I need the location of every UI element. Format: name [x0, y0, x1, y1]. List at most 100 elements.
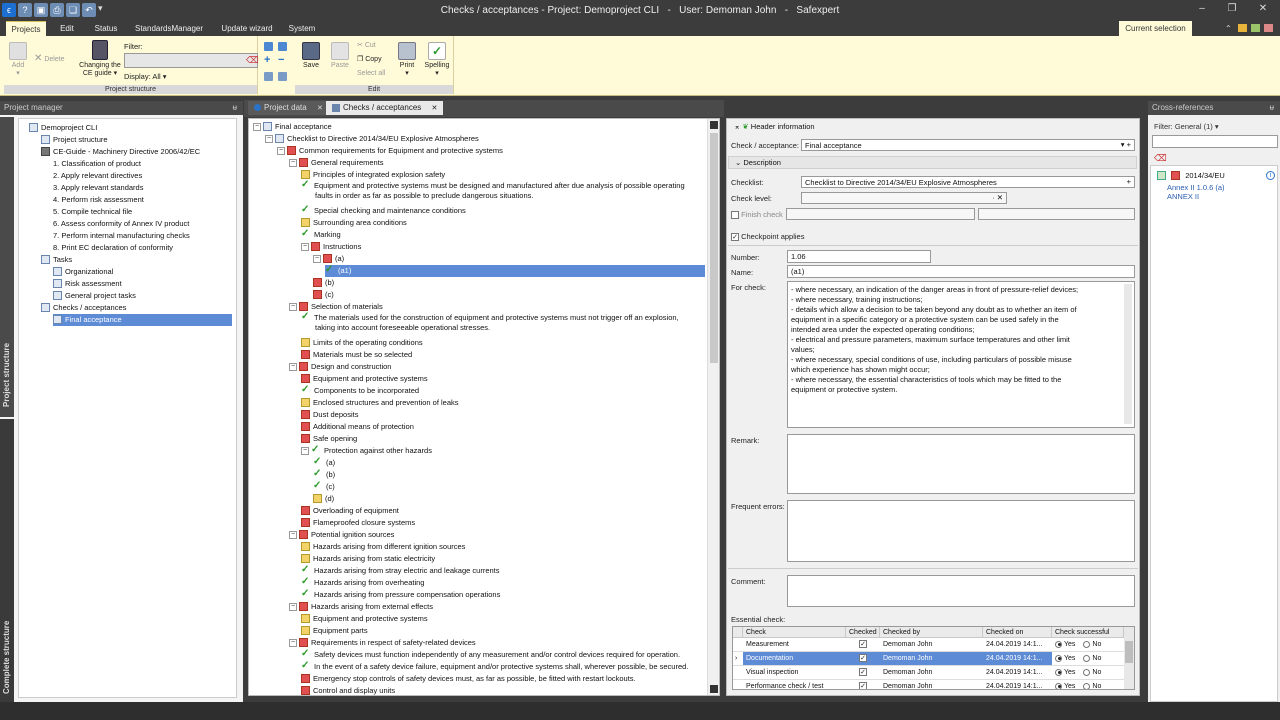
checks-tree-node[interactable]: ✓ The materials used for the construction… — [301, 312, 679, 335]
checked-checkbox[interactable]: ✓ — [859, 640, 867, 649]
check-level-field[interactable]: · ✕ — [801, 192, 1007, 204]
clear-level-icon[interactable]: · ✕ — [992, 193, 1003, 203]
checks-tree-node[interactable]: Principles of integrated explosion safet… — [301, 169, 445, 181]
yes-radio[interactable] — [1055, 682, 1062, 689]
expand-toggle-icon[interactable]: − — [289, 603, 297, 612]
checks-tree-node[interactable]: Materials must be so selected — [301, 349, 412, 361]
expand-icon[interactable]: + — [264, 54, 270, 66]
tab-project-data[interactable]: Project data ✕ — [248, 101, 329, 115]
collapse-ribbon-icon[interactable]: ⌃ — [1225, 24, 1232, 33]
expand-toggle-icon[interactable]: − — [265, 135, 273, 144]
pin-icon[interactable]: ᵾ — [1270, 101, 1274, 115]
for-check-scrollbar[interactable] — [1124, 284, 1132, 424]
expand-toggle-icon[interactable]: − — [301, 243, 309, 252]
checks-tree-node[interactable]: − Potential ignition sources — [289, 529, 394, 541]
for-check-textarea[interactable]: - where necessary, an indication of the … — [787, 281, 1135, 428]
checks-tree-node[interactable]: Hazards arising from static electricity — [301, 553, 435, 565]
close-tab-icon[interactable]: ✕ — [317, 105, 323, 112]
checks-tree-scrollbar[interactable] — [707, 119, 719, 695]
checks-tree-node[interactable]: ✓ Hazards arising from overheating — [301, 577, 424, 589]
info-icon[interactable] — [1251, 24, 1260, 32]
tree-node[interactable]: 4. Perform risk assessment — [53, 194, 144, 206]
checkpoint-applies-box[interactable]: ✓ — [731, 233, 739, 242]
clear-filter-icon[interactable]: ⌫ — [246, 55, 259, 66]
name-field[interactable]: (a1) — [787, 265, 1135, 278]
minimize-icon[interactable]: – — [1192, 3, 1212, 17]
cross-ref-search-input[interactable] — [1152, 135, 1278, 148]
no-radio[interactable] — [1083, 640, 1091, 648]
sort-za-icon[interactable] — [278, 72, 287, 81]
move-top-icon[interactable] — [278, 42, 287, 51]
tree-node[interactable]: 5. Compile technical file — [53, 206, 132, 218]
scroll-down-icon[interactable] — [710, 685, 718, 693]
add-checklist-icon[interactable]: + — [1127, 177, 1131, 187]
checks-tree-node[interactable]: (b) — [313, 277, 334, 289]
finish-check-checkbox[interactable]: Finish check — [731, 210, 783, 220]
checks-tree-node[interactable]: − General requirements — [289, 157, 384, 169]
yes-radio[interactable] — [1055, 640, 1062, 648]
checked-checkbox[interactable]: ✓ — [859, 654, 867, 663]
checks-tree-node[interactable]: ✓ Marking — [301, 229, 341, 241]
vtab-complete-structure[interactable]: Complete structure — [0, 419, 14, 702]
header-information-toggle[interactable]: ⌅ ❦ Header information — [728, 121, 1137, 134]
checks-tree-node[interactable]: Equipment parts — [301, 625, 368, 637]
yes-radio[interactable] — [1055, 654, 1062, 662]
tree-node[interactable]: Organizational — [53, 266, 113, 278]
checks-tree-node[interactable]: − Requirements in respect of safety-relat… — [289, 637, 476, 649]
expand-toggle-icon[interactable]: − — [313, 255, 321, 264]
checks-tree-node[interactable]: − Final acceptance — [253, 121, 332, 133]
tree-node[interactable]: 6. Assess conformity of Annex IV product — [53, 218, 189, 230]
settings-icon[interactable] — [1264, 24, 1273, 32]
cross-ref-item[interactable]: 2014/34/EU — [1157, 170, 1225, 182]
filter-input[interactable] — [124, 53, 258, 68]
checks-tree-node[interactable]: ✓ Hazards arising from pressure compensat… — [301, 589, 500, 601]
expand-toggle-icon[interactable]: − — [289, 639, 297, 648]
copy-button[interactable]: ❐ Copy — [357, 56, 393, 64]
tree-node[interactable]: CE-Guide - Machinery Directive 2006/42/E… — [41, 146, 200, 158]
expand-toggle-icon[interactable]: − — [289, 159, 297, 168]
checks-tree-node[interactable]: Hazards arising from different ignition … — [301, 541, 465, 553]
checks-tree-node[interactable]: Equipment and protective systems — [301, 613, 428, 625]
no-radio[interactable] — [1083, 668, 1091, 676]
frequent-errors-textarea[interactable] — [787, 500, 1135, 562]
save-button[interactable]: Save — [299, 42, 323, 70]
checks-tree-node[interactable]: − Hazards arising from external effects — [289, 601, 433, 613]
checks-tree-node[interactable]: (c) — [313, 289, 334, 301]
tree-node[interactable]: 2. Apply relevant directives — [53, 170, 142, 182]
move-up-icon[interactable] — [264, 42, 273, 51]
expand-toggle-icon[interactable]: − — [289, 531, 297, 540]
tree-node[interactable]: Final acceptance — [53, 314, 232, 326]
finish-check-box[interactable] — [731, 211, 739, 220]
add-plus-icon[interactable]: ▾ + — [1121, 140, 1131, 150]
sort-az-icon[interactable] — [264, 72, 273, 81]
tree-node[interactable]: Project structure — [41, 134, 108, 146]
tab-update-wizard[interactable]: Update wizard — [218, 21, 276, 36]
tab-current-selection[interactable]: Current selection — [1119, 21, 1192, 36]
checks-tree-node[interactable]: ✓ (c) — [313, 481, 335, 493]
checks-tree-node[interactable]: ✓ Hazards arising from stray electric and… — [301, 565, 500, 577]
tab-edit[interactable]: Edit — [55, 21, 79, 36]
checks-tree-node[interactable]: − Design and construction — [289, 361, 391, 373]
scroll-thumb[interactable] — [710, 133, 718, 363]
checks-tree-node[interactable]: Safe opening — [301, 433, 357, 445]
checks-tree-node[interactable]: ✓ Safety devices must function independen… — [301, 649, 680, 661]
collapse-icon[interactable]: − — [278, 54, 284, 66]
grid-cell-checked[interactable]: ✓ — [846, 638, 880, 652]
checks-tree-node[interactable]: Emergency stop controls of safety device… — [301, 673, 636, 685]
checks-tree-node[interactable]: − Common requirements for Equipment and p… — [277, 145, 503, 157]
tree-node[interactable]: Tasks — [41, 254, 72, 266]
print-button[interactable]: Print ▾ — [395, 42, 419, 78]
spelling-button[interactable]: ✓ Spelling ▾ — [423, 42, 451, 78]
grid-cell-checked[interactable]: ✓ — [846, 680, 880, 689]
grid-scroll-thumb[interactable] — [1125, 641, 1133, 663]
maximize-icon[interactable]: ❐ — [1222, 3, 1242, 17]
comment-textarea[interactable] — [787, 575, 1135, 607]
tab-checks-acceptances[interactable]: Checks / acceptances ✕ — [326, 101, 444, 115]
expand-toggle-icon[interactable]: − — [289, 303, 297, 312]
grid-cell-checked[interactable]: ✓ — [846, 652, 880, 666]
info-circle-icon[interactable]: i — [1266, 171, 1275, 180]
no-radio[interactable] — [1083, 682, 1091, 689]
checked-checkbox[interactable]: ✓ — [859, 668, 867, 677]
checks-tree-node[interactable]: Overloading of equipment — [301, 505, 399, 517]
tab-standardsmanager[interactable]: StandardsManager — [135, 21, 203, 36]
